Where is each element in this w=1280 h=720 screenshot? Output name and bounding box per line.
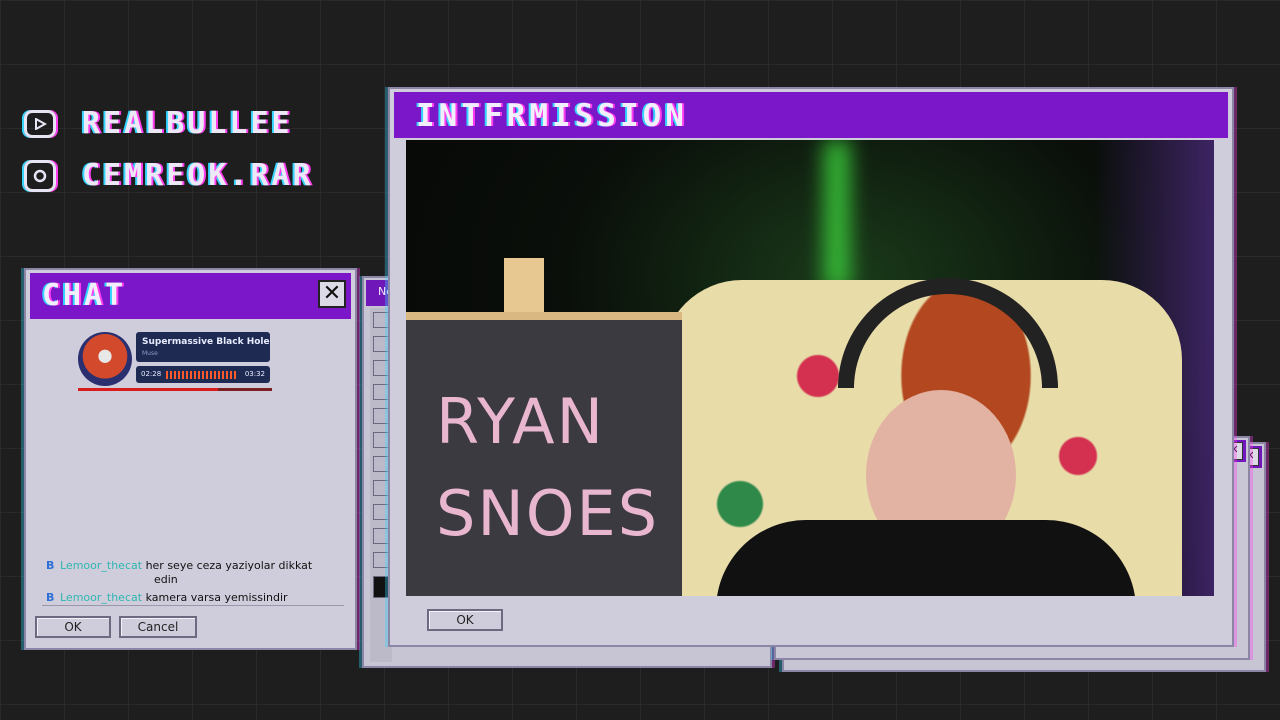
album-cover <box>78 332 132 386</box>
color-swatch[interactable] <box>373 576 389 598</box>
text-tool-icon[interactable] <box>373 528 389 544</box>
ok-button[interactable]: OK <box>35 616 111 638</box>
main-window: INTFRMISSION RYAN SNOES OK <box>388 87 1234 647</box>
social-instagram: CEMREOK.RAR <box>24 158 314 193</box>
main-title: INTFRMISSION <box>416 98 688 134</box>
stamp-tool-icon[interactable] <box>373 408 389 424</box>
chat-message: B Lemoor_thecat her seye ceza yaziyolar d… <box>46 559 346 587</box>
track-artist: Muse <box>142 350 158 357</box>
chat-titlebar: CHAT ✕ <box>30 273 351 319</box>
eraser-tool-icon[interactable] <box>373 432 389 448</box>
badge-icon: B <box>46 591 55 604</box>
divider <box>42 605 344 606</box>
chat-text: kamera varsa yemissindir <box>145 591 288 604</box>
chat-message: B Lemoor_thecat kamera varsa yemissindir <box>46 591 346 605</box>
chat-title: CHAT <box>42 278 127 313</box>
webcam-feed: RYAN SNOES <box>406 140 1214 596</box>
youtube-icon <box>24 109 56 138</box>
progress-fill <box>78 388 218 391</box>
track-name: Supermassive Black Hole <box>142 337 270 347</box>
chat-text-cont: edin <box>154 573 178 586</box>
streamer-body <box>716 520 1136 596</box>
main-titlebar: INTFRMISSION <box>394 92 1228 138</box>
chat-username[interactable]: Lemoor_thecat <box>60 591 142 604</box>
close-button[interactable]: ✕ <box>318 280 346 308</box>
chat-window: CHAT ✕ Supermassive Black Hole Muse 02:2… <box>24 268 357 650</box>
pointer-tool-icon[interactable] <box>373 480 389 496</box>
brush-tool-icon[interactable] <box>373 456 389 472</box>
music-player: Supermassive Black Hole Muse 02:28 03:32 <box>78 332 272 392</box>
cancel-button[interactable]: Cancel <box>119 616 197 638</box>
lasso-tool-icon[interactable] <box>373 336 389 352</box>
pen-tool-icon[interactable] <box>373 504 389 520</box>
track-timeline: 02:28 03:32 <box>136 366 270 383</box>
track-info: Supermassive Black Hole Muse <box>136 332 270 362</box>
instagram-handle: CEMREOK.RAR <box>82 158 314 193</box>
progress-bar <box>78 388 272 391</box>
badge-icon: B <box>46 559 55 572</box>
instagram-icon <box>24 159 56 192</box>
select-tool-icon[interactable] <box>373 312 389 328</box>
duration-time: 03:32 <box>244 370 265 378</box>
social-youtube: REALBULLEE <box>24 106 293 141</box>
youtube-handle: REALBULLEE <box>82 106 293 141</box>
chalkboard: RYAN SNOES <box>406 312 682 596</box>
ok-button[interactable]: OK <box>427 609 503 631</box>
chat-text: her seye ceza yaziyolar dikkat <box>145 559 313 572</box>
chalkboard-text: RYAN SNOES <box>436 385 660 550</box>
chat-username[interactable]: Lemoor_thecat <box>60 559 142 572</box>
elapsed-time: 02:28 <box>141 370 162 378</box>
crop-tool-icon[interactable] <box>373 360 389 376</box>
waveform-icon <box>166 371 238 379</box>
green-light <box>824 140 850 290</box>
pencil-tool-icon[interactable] <box>373 384 389 400</box>
hand-tool-icon[interactable] <box>373 552 389 568</box>
